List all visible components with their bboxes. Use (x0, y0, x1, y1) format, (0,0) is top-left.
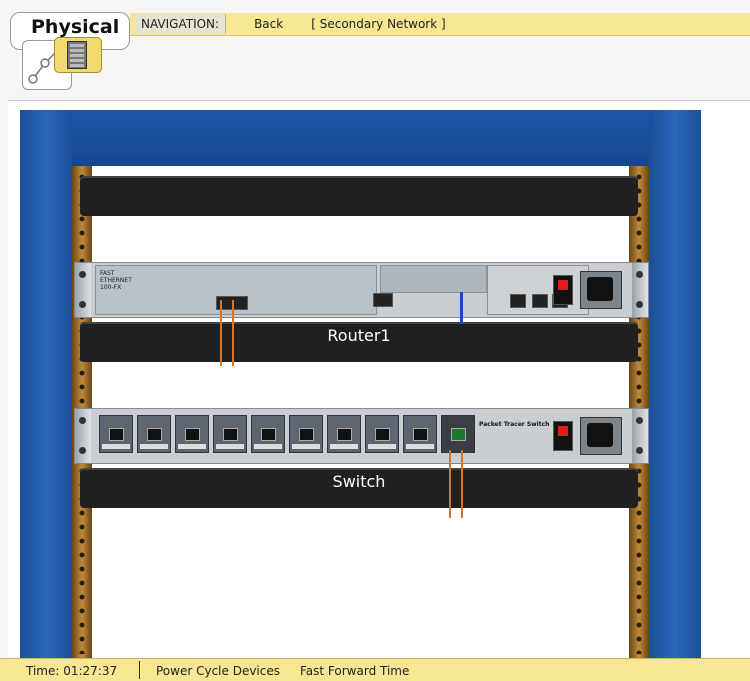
switch-power-socket (580, 417, 622, 455)
router-gig-port-0[interactable] (510, 294, 526, 308)
switch-cable-2 (461, 450, 463, 518)
switch-port-5[interactable] (251, 415, 285, 453)
switch-port-6[interactable] (289, 415, 323, 453)
back-button[interactable]: Back (254, 17, 283, 31)
router-cable-1 (220, 300, 222, 366)
router-device[interactable]: FAST ETHERNET 100-FX (74, 262, 649, 318)
fast-forward-button[interactable]: Fast Forward Time (300, 664, 409, 678)
rack-view-icon[interactable] (54, 37, 102, 73)
router-gig-port-1[interactable] (532, 294, 548, 308)
physical-tab-label: Physical (31, 16, 120, 38)
navigation-label: NAVIGATION: (135, 14, 227, 34)
switch-port-4[interactable] (213, 415, 247, 453)
switch-port-8[interactable] (365, 415, 399, 453)
router-ethernet-module[interactable]: FAST ETHERNET 100-FX (95, 265, 377, 315)
router-module-text: FAST ETHERNET 100-FX (100, 270, 132, 291)
router-port[interactable] (373, 293, 393, 307)
router-power-switch[interactable] (553, 275, 573, 305)
switch-cable-1 (449, 450, 451, 518)
time-readout: Time: 01:27:37 (26, 664, 118, 678)
rack-post-left (20, 110, 72, 658)
status-bar: Time: 01:27:37 Power Cycle Devices Fast … (0, 658, 750, 681)
navigation-bar: NAVIGATION: Back [ Secondary Network ] (130, 13, 750, 36)
switch-port-9[interactable] (403, 415, 437, 453)
switch-port-1[interactable] (99, 415, 133, 453)
switch-fiber-port[interactable] (441, 415, 475, 453)
switch-port-7[interactable] (327, 415, 361, 453)
router-shelf: Router1 (80, 322, 638, 362)
rack-shelf-empty (80, 176, 638, 216)
router-empty-slot (380, 265, 487, 293)
router-cable-2 (232, 300, 234, 366)
power-cycle-button[interactable]: Power Cycle Devices (156, 664, 280, 678)
switch-port-2[interactable] (137, 415, 171, 453)
switch-shelf: Switch (80, 468, 638, 508)
switch-port-3[interactable] (175, 415, 209, 453)
status-divider (139, 661, 140, 679)
rack-post-right (649, 110, 701, 658)
switch-power-switch[interactable] (553, 421, 573, 451)
rack-top-beam (20, 110, 701, 166)
router-console-cable (460, 292, 463, 324)
switch-model-label: Packet Tracer Switch (479, 421, 550, 428)
router-label: Router1 (327, 326, 391, 345)
switch-label: Switch (332, 472, 386, 491)
router-console-panel (487, 265, 589, 315)
router-power-socket (580, 271, 622, 309)
switch-device[interactable]: Packet Tracer Switch (74, 408, 649, 464)
location-button[interactable]: [ Secondary Network ] (311, 17, 445, 31)
